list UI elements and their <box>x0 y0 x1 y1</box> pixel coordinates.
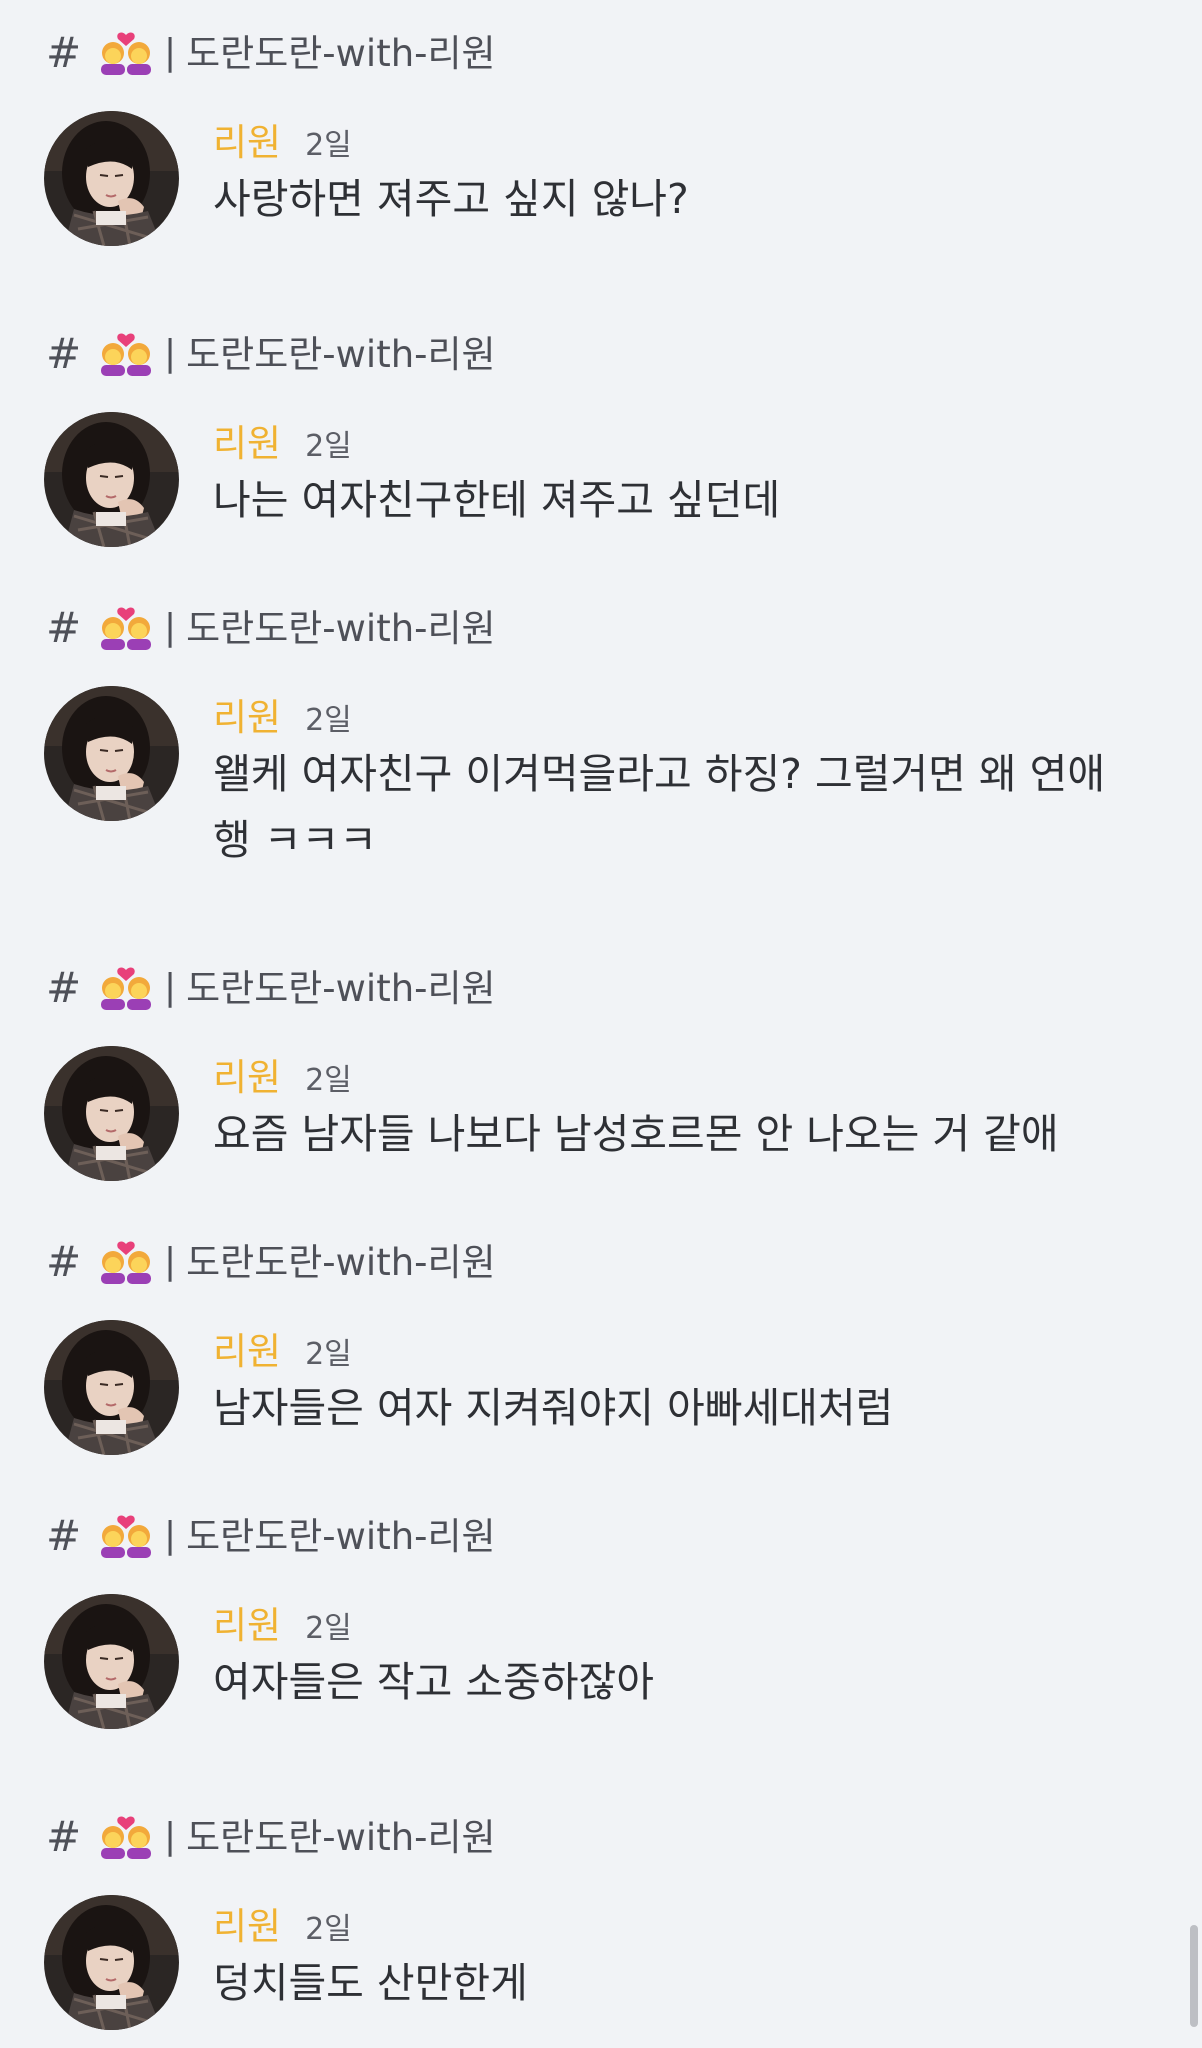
channel-name: 도란도란-with-리원 <box>186 332 496 376</box>
channel-name: 도란도란-with-리원 <box>186 1514 496 1558</box>
channel-link[interactable]: # | 도란도란-with-리원 <box>46 28 496 78</box>
author-name[interactable]: 리원 <box>213 112 281 166</box>
hash-icon: # <box>46 1812 82 1861</box>
avatar[interactable] <box>44 1320 179 1455</box>
channel-link[interactable]: # | 도란도란-with-리원 <box>46 1511 496 1561</box>
hash-icon: # <box>46 963 82 1012</box>
channel-separator: | <box>164 967 177 1008</box>
message-header: 리원 2일 <box>213 112 352 164</box>
hash-icon: # <box>46 603 82 652</box>
hash-icon: # <box>46 1511 82 1560</box>
channel-separator: | <box>164 1515 177 1556</box>
hash-icon: # <box>46 329 82 378</box>
channel-link[interactable]: # | 도란도란-with-리원 <box>46 329 496 379</box>
channel-name: 도란도란-with-리원 <box>186 966 496 1010</box>
channel-separator: | <box>164 1816 177 1857</box>
couple-with-heart-emoji-icon <box>98 31 154 75</box>
message-text: 왤케 여자친구 이겨먹을라고 하징? 그럴거면 왜 연애 행 ㅋㅋㅋ <box>213 750 1106 864</box>
channel-link[interactable]: # | 도란도란-with-리원 <box>46 1237 496 1287</box>
author-name[interactable]: 리원 <box>213 1595 281 1649</box>
message-feed: # | 도란도란-with-리원 리원 2일 사랑하면 져주고 싶지 않나? #… <box>0 0 1202 2048</box>
couple-with-heart-emoji-icon <box>98 1815 154 1859</box>
timestamp: 2일 <box>305 128 352 163</box>
timestamp: 2일 <box>305 1611 352 1646</box>
author-name[interactable]: 리원 <box>213 1896 281 1950</box>
message-header: 리원 2일 <box>213 1321 352 1373</box>
couple-with-heart-emoji-icon <box>98 606 154 650</box>
avatar[interactable] <box>44 111 179 246</box>
couple-with-heart-emoji-icon <box>98 1240 154 1284</box>
avatar[interactable] <box>44 1594 179 1729</box>
message-header: 리원 2일 <box>213 1595 352 1647</box>
message-text: 남자들은 여자 지켜줘야지 아빠세대처럼 <box>213 1384 894 1432</box>
timestamp: 2일 <box>305 703 352 738</box>
message-header: 리원 2일 <box>213 1896 352 1948</box>
timestamp: 2일 <box>305 1912 352 1947</box>
channel-name: 도란도란-with-리원 <box>186 606 496 650</box>
channel-link[interactable]: # | 도란도란-with-리원 <box>46 963 496 1013</box>
scrollbar-thumb[interactable] <box>1190 1925 1198 2027</box>
author-name[interactable]: 리원 <box>213 687 281 741</box>
hash-icon: # <box>46 1237 82 1286</box>
message-text: 여자들은 작고 소중하잖아 <box>213 1658 654 1706</box>
avatar[interactable] <box>44 1046 179 1181</box>
avatar[interactable] <box>44 412 179 547</box>
timestamp: 2일 <box>305 429 352 464</box>
author-name[interactable]: 리원 <box>213 413 281 467</box>
couple-with-heart-emoji-icon <box>98 1514 154 1558</box>
avatar[interactable] <box>44 686 179 821</box>
author-name[interactable]: 리원 <box>213 1321 281 1375</box>
avatar[interactable] <box>44 1895 179 2030</box>
message-header: 리원 2일 <box>213 413 352 465</box>
author-name[interactable]: 리원 <box>213 1047 281 1101</box>
message-header: 리원 2일 <box>213 1047 352 1099</box>
message-text: 사랑하면 져주고 싶지 않나? <box>213 175 689 223</box>
channel-separator: | <box>164 32 177 73</box>
timestamp: 2일 <box>305 1063 352 1098</box>
hash-icon: # <box>46 28 82 77</box>
message-text: 나는 여자친구한테 져주고 싶던데 <box>213 476 781 524</box>
couple-with-heart-emoji-icon <box>98 332 154 376</box>
channel-name: 도란도란-with-리원 <box>186 31 496 75</box>
channel-separator: | <box>164 333 177 374</box>
channel-name: 도란도란-with-리원 <box>186 1240 496 1284</box>
channel-link[interactable]: # | 도란도란-with-리원 <box>46 1812 496 1862</box>
couple-with-heart-emoji-icon <box>98 966 154 1010</box>
channel-separator: | <box>164 1241 177 1282</box>
channel-link[interactable]: # | 도란도란-with-리원 <box>46 603 496 653</box>
channel-separator: | <box>164 607 177 648</box>
message-text: 요즘 남자들 나보다 남성호르몬 안 나오는 거 같애 <box>213 1110 1059 1158</box>
message-text: 덩치들도 산만한게 <box>213 1959 528 2007</box>
message-header: 리원 2일 <box>213 687 352 739</box>
channel-name: 도란도란-with-리원 <box>186 1815 496 1859</box>
timestamp: 2일 <box>305 1337 352 1372</box>
